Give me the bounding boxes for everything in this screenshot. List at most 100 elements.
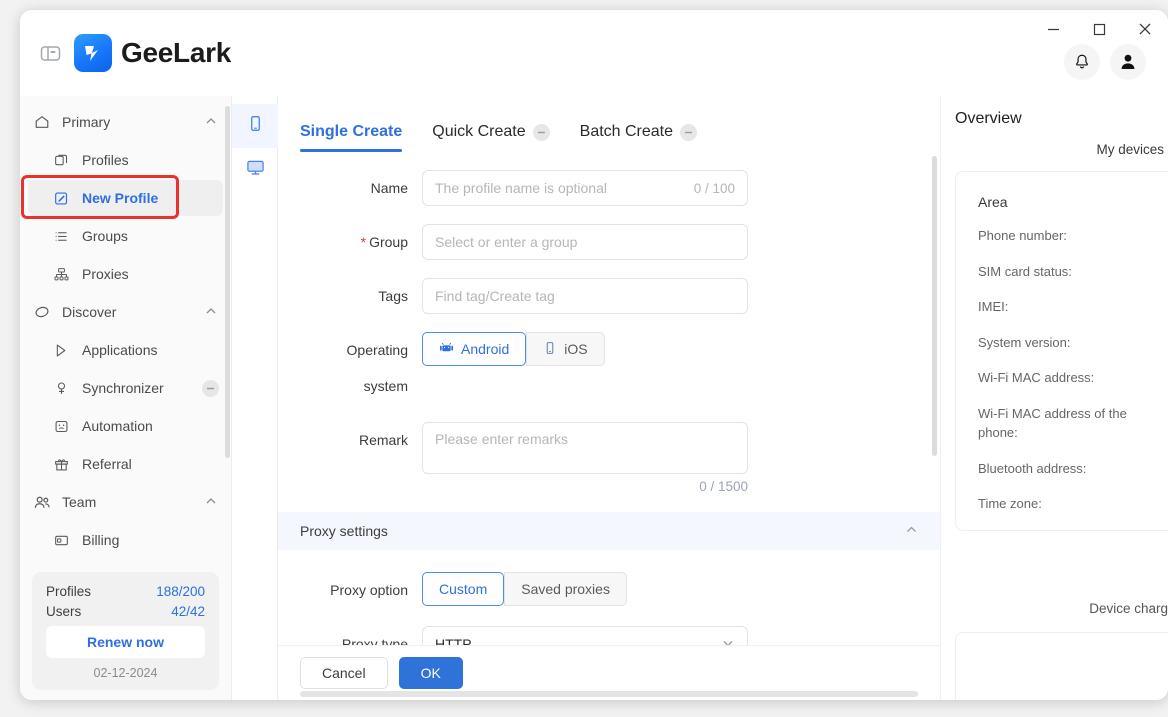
tab-label: Batch Create (579, 123, 674, 140)
rail-item-phone[interactable] (232, 104, 278, 148)
create-mode-tabs: Single Create Quick Create Batch Create (278, 104, 940, 152)
name-label: Name (370, 180, 408, 196)
plan-expiry-date: 02-12-2024 (93, 666, 158, 680)
brand-name: GeeLark (121, 37, 231, 68)
billing-icon (54, 533, 76, 548)
sidebar-item-referral[interactable]: Referral (28, 446, 223, 482)
required-marker: * (360, 234, 367, 250)
tab-quick-create[interactable]: Quick Create (432, 123, 550, 152)
sidebar-item-label: Proxies (82, 266, 129, 282)
info-line: Time zone: (978, 496, 1042, 511)
sidebar: Primary Profiles New Profile Groups Prox… (20, 96, 232, 700)
group-label-text: Group (369, 234, 408, 250)
remark-textarea[interactable]: Please enter remarks (422, 422, 748, 474)
sidebar-item-billing[interactable]: Billing (28, 522, 223, 558)
sidebar-scroll-area: Primary Profiles New Profile Groups Prox… (20, 104, 231, 578)
proxy-type-value: HTTP (435, 636, 472, 645)
sidebar-item-new-profile[interactable]: New Profile (21, 175, 223, 219)
group-input[interactable]: Select or enter a group (422, 224, 748, 260)
device-charge-card (955, 631, 1168, 700)
os-option-label: iOS (564, 341, 588, 357)
overview-panel: Overview My devices Area Phone number: S… (940, 96, 1168, 700)
device-charge-label: Device charg (1089, 600, 1168, 616)
sidebar-item-label: Groups (82, 228, 128, 244)
header-actions (1064, 44, 1146, 80)
plan-users-row: Users 42/42 (46, 604, 205, 619)
remark-label: Remark (358, 432, 408, 448)
group-placeholder: Select or enter a group (435, 234, 578, 250)
rail-item-desktop[interactable] (232, 148, 278, 192)
android-icon (439, 340, 454, 358)
tab-single-create[interactable]: Single Create (300, 123, 403, 152)
proxy-option-saved[interactable]: Saved proxies (504, 572, 627, 606)
minimize-button[interactable] (1030, 13, 1076, 45)
tab-badge-icon (680, 123, 698, 141)
chevron-up-icon[interactable] (905, 523, 918, 539)
tab-badge-icon (532, 123, 550, 141)
sidebar-item-label: Profiles (82, 152, 129, 168)
sidebar-item-applications[interactable]: Applications (28, 332, 223, 368)
sidebar-group-primary[interactable]: Primary (20, 104, 231, 140)
sidebar-group-label: Primary (62, 114, 111, 130)
info-line: System version: (978, 334, 1071, 350)
device-type-rail (232, 96, 278, 700)
plan-card: Profiles 188/200 Users 42/42 Renew now 0… (32, 572, 219, 690)
field-row-proxy-option: Proxy option Custom Saved proxies (300, 572, 918, 608)
sidebar-item-label: Automation (82, 418, 153, 434)
maximize-button[interactable] (1076, 13, 1122, 45)
sidebar-item-automation[interactable]: Automation (28, 408, 223, 444)
chevron-down-icon (721, 636, 735, 645)
chevron-up-icon (205, 494, 217, 510)
proxy-type-select[interactable]: HTTP (422, 626, 748, 645)
info-line: Bluetooth address: (978, 460, 1087, 476)
sidebar-item-label: Applications (82, 342, 158, 358)
name-placeholder: The profile name is optional (435, 180, 607, 196)
bell-icon[interactable] (1064, 44, 1100, 80)
close-button[interactable] (1122, 13, 1168, 45)
field-row-remark: Remark Please enter remarks 0 / 1500 (300, 422, 918, 494)
tab-batch-create[interactable]: Batch Create (579, 123, 698, 152)
brand: GeeLark (74, 34, 231, 72)
referral-icon (54, 457, 76, 472)
proxy-settings-header[interactable]: Proxy settings (278, 512, 940, 550)
discover-icon (34, 304, 56, 320)
tags-input[interactable]: Find tag/Create tag (422, 278, 748, 314)
sidebar-item-groups[interactable]: Groups (28, 218, 223, 254)
sidebar-item-proxies[interactable]: Proxies (28, 256, 223, 292)
form-scroll-area: Single Create Quick Create Batch Create (278, 96, 940, 645)
proxy-option-segmented-control: Custom Saved proxies (422, 572, 748, 606)
os-option-android[interactable]: Android (422, 332, 527, 366)
sidebar-item-badge-icon (202, 379, 219, 397)
sidebar-item-label: New Profile (82, 190, 159, 206)
name-counter: 0 / 100 (693, 180, 735, 196)
synchronizer-icon (54, 381, 76, 396)
sidebar-group-discover[interactable]: Discover (20, 294, 231, 330)
info-line: Wi-Fi MAC address of the phone: (978, 405, 1127, 441)
os-label: Operating system (346, 342, 408, 394)
sidebar-item-label: Synchronizer (82, 380, 164, 396)
sidebar-item-label: Billing (82, 532, 120, 548)
sidebar-item-synchronizer[interactable]: Synchronizer (28, 370, 223, 406)
horizontal-scrollbar[interactable] (300, 691, 918, 697)
groups-icon (54, 229, 76, 244)
sidebar-item-profiles[interactable]: Profiles (28, 142, 223, 178)
os-option-ios[interactable]: iOS (526, 332, 605, 366)
avatar[interactable] (1110, 44, 1146, 80)
proxy-option-custom[interactable]: Custom (422, 572, 505, 606)
sidebar-toggle-icon[interactable] (30, 33, 70, 73)
name-input[interactable]: The profile name is optional 0 / 100 (422, 170, 748, 206)
overview-subtitle: My devices (1096, 142, 1164, 157)
sidebar-scrollbar[interactable] (225, 106, 230, 458)
sidebar-group-team[interactable]: Team (20, 484, 231, 520)
applications-icon (54, 343, 76, 358)
tags-label: Tags (378, 288, 408, 304)
team-icon (34, 494, 56, 511)
sidebar-group-label: Team (62, 494, 97, 510)
form-scrollbar[interactable] (932, 156, 937, 456)
ok-button[interactable]: OK (398, 657, 463, 689)
renew-now-button[interactable]: Renew now (46, 626, 205, 658)
cancel-button[interactable]: Cancel (300, 657, 388, 689)
sidebar-item-label: Referral (82, 456, 132, 472)
field-row-os: Operating system Android iOS (300, 332, 918, 404)
profiles-icon (54, 153, 76, 168)
